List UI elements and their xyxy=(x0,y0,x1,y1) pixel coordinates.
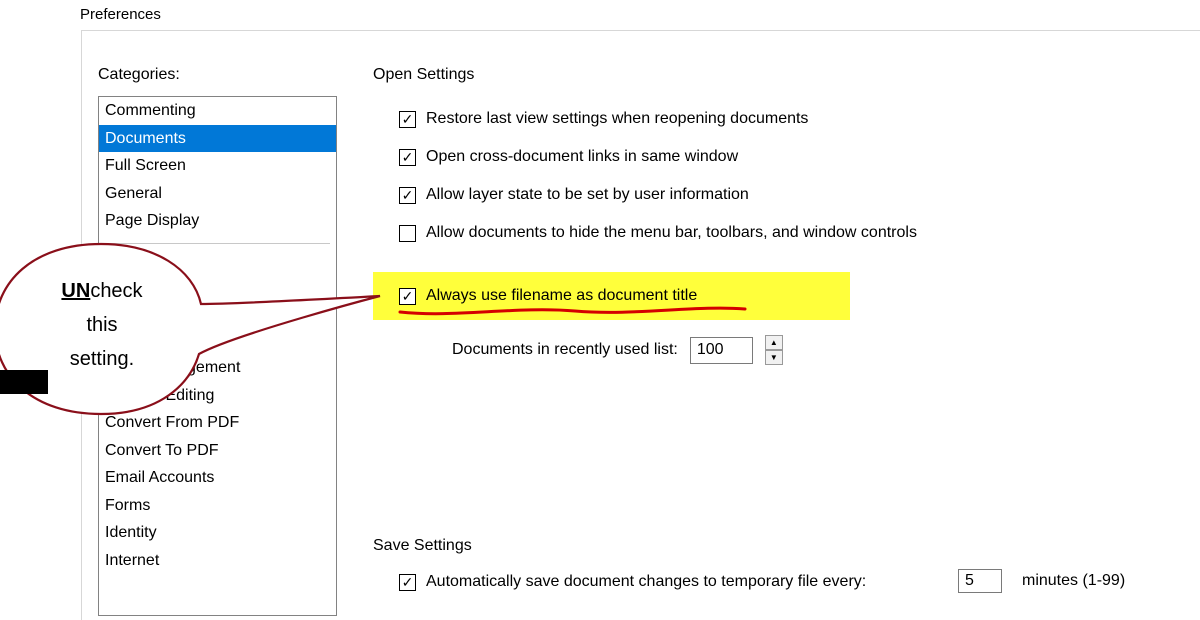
window-title: Preferences xyxy=(80,6,161,23)
open-settings-title: Open Settings xyxy=(373,66,474,84)
category-identity[interactable]: Identity xyxy=(99,519,336,547)
category-convert-from-pdf[interactable]: Convert From PDF xyxy=(99,409,336,437)
category-documents[interactable]: Documents xyxy=(99,125,336,153)
autosave-minutes-input[interactable]: 5 xyxy=(958,569,1002,593)
checkbox-icon[interactable] xyxy=(399,288,416,305)
option-label: Always use filename as document title xyxy=(426,287,697,305)
option-label: Allow layer state to be set by user info… xyxy=(426,186,749,204)
checkbox-icon[interactable] xyxy=(399,225,416,242)
category-full-screen[interactable]: Full Screen xyxy=(99,152,336,180)
option-label: Restore last view settings when reopenin… xyxy=(426,110,808,128)
option-label: Open cross-document links in same window xyxy=(426,148,738,166)
category-forms[interactable]: Forms xyxy=(99,492,336,520)
recent-documents-input[interactable]: 100 xyxy=(690,337,753,364)
category-convert-to-pdf[interactable]: Convert To PDF xyxy=(99,437,336,465)
checkbox-icon[interactable] xyxy=(399,111,416,128)
option-restore-last-view[interactable]: Restore last view settings when reopenin… xyxy=(399,110,808,128)
checkbox-icon[interactable] xyxy=(399,149,416,166)
annotation-left-patch xyxy=(0,370,48,394)
option-autosave[interactable]: Automatically save document changes to t… xyxy=(399,573,866,591)
recent-documents-label: Documents in recently used list: xyxy=(452,341,678,359)
categories-listbox[interactable]: Commenting Documents Full Screen General… xyxy=(98,96,337,616)
category-adobe-services[interactable]: e Services xyxy=(99,300,336,328)
categories-label: Categories: xyxy=(98,66,180,84)
recent-documents-row: Documents in recently used list: 100 ▲ ▼ xyxy=(452,335,783,365)
option-filename-as-title[interactable]: Always use filename as document title xyxy=(399,287,697,305)
checkbox-icon[interactable] xyxy=(399,574,416,591)
category-internet[interactable]: Internet xyxy=(99,547,336,575)
category-content-editing[interactable]: Content Editing xyxy=(99,382,336,410)
category-general[interactable]: General xyxy=(99,180,336,208)
option-label: Allow documents to hide the menu bar, to… xyxy=(426,224,917,242)
save-settings-title: Save Settings xyxy=(373,537,472,555)
autosave-minutes-units: minutes (1-99) xyxy=(1022,572,1125,590)
category-commenting[interactable]: Commenting xyxy=(99,97,336,125)
spinner-down-icon[interactable]: ▼ xyxy=(765,350,783,365)
recent-documents-spinner: ▲ ▼ xyxy=(765,335,783,365)
option-label: Automatically save document changes to t… xyxy=(426,573,866,591)
category-email-accounts[interactable]: Email Accounts xyxy=(99,464,336,492)
category-page-display[interactable]: Page Display xyxy=(99,207,336,235)
option-cross-document-links[interactable]: Open cross-document links in same window xyxy=(399,148,738,166)
option-layer-state[interactable]: Allow layer state to be set by user info… xyxy=(399,186,749,204)
checkbox-icon[interactable] xyxy=(399,187,416,204)
category-separator xyxy=(105,243,330,244)
option-hide-menu-bar[interactable]: Allow documents to hide the menu bar, to… xyxy=(399,224,917,242)
spinner-up-icon[interactable]: ▲ xyxy=(765,335,783,350)
category-color-management[interactable]: Management xyxy=(99,354,336,382)
